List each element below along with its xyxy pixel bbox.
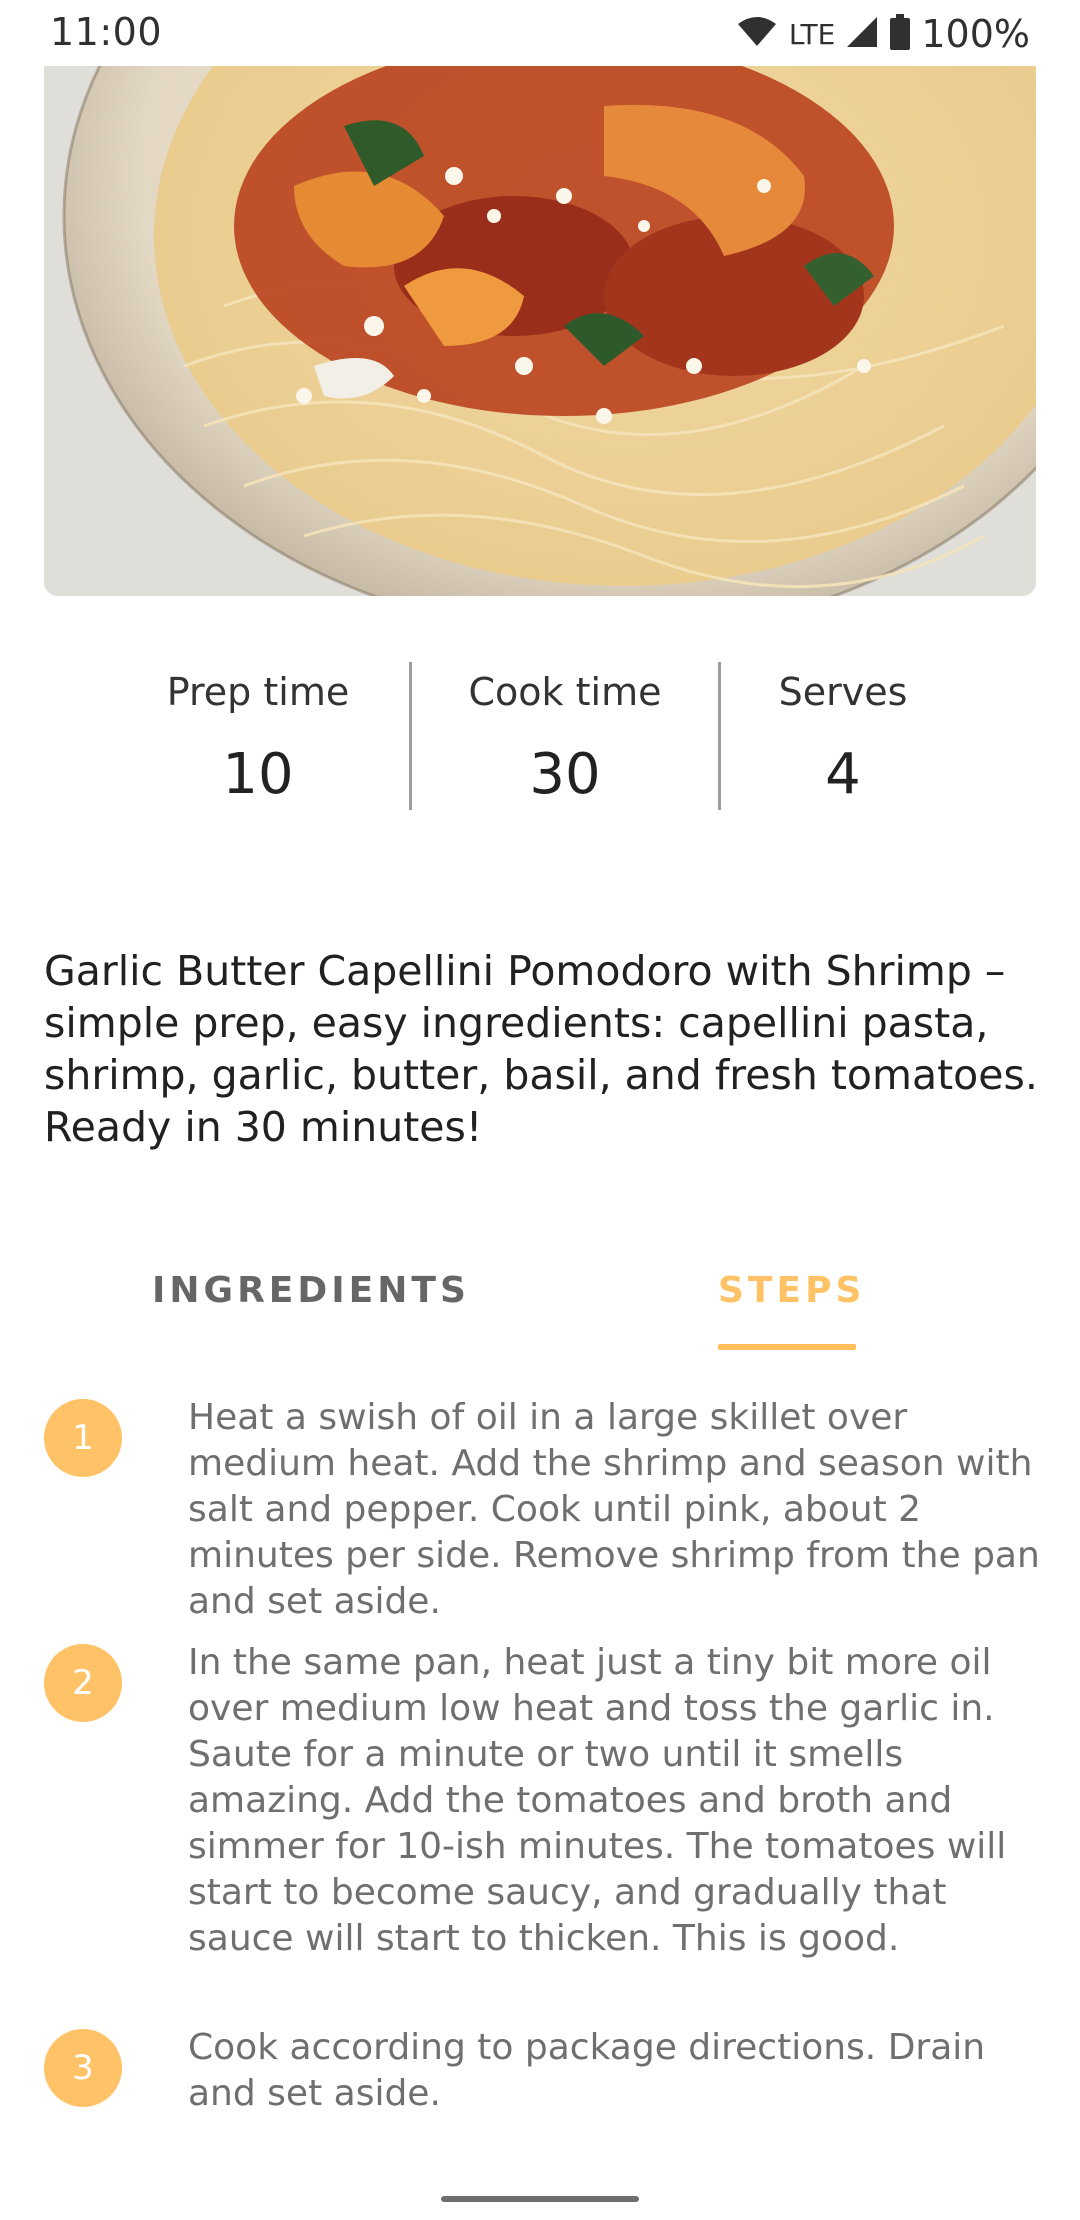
stat-value: 30 bbox=[529, 742, 601, 807]
recipe-hero-image bbox=[44, 66, 1036, 596]
tab-ingredients[interactable]: INGREDIENTS bbox=[152, 1270, 470, 1311]
step-text: Cook according to package directions. Dr… bbox=[188, 2027, 986, 2114]
stat-cook-time: Cook time 30 bbox=[410, 640, 720, 810]
battery-percent: 100% bbox=[921, 12, 1030, 56]
stat-label: Cook time bbox=[468, 670, 662, 714]
wifi-icon bbox=[737, 16, 777, 52]
status-icons: LTE 100% bbox=[737, 12, 1030, 56]
signal-icon bbox=[845, 15, 879, 53]
recipe-description: Garlic Butter Capellini Pomodoro with Sh… bbox=[44, 947, 1038, 1151]
status-bar: 11:00 LTE 100% bbox=[0, 0, 1080, 66]
stat-label: Prep time bbox=[166, 670, 350, 714]
stat-serves: Serves 4 bbox=[688, 640, 998, 810]
step-number-badge: 3 bbox=[44, 2029, 122, 2107]
stat-label: Serves bbox=[778, 670, 908, 714]
step-text: Heat a swish of oil in a large skillet o… bbox=[188, 1397, 1040, 1622]
tab-steps[interactable]: STEPS bbox=[718, 1270, 865, 1311]
stat-prep-time: Prep time 10 bbox=[103, 640, 413, 810]
gesture-nav-handle[interactable] bbox=[441, 2196, 639, 2202]
battery-icon bbox=[889, 14, 911, 54]
stat-value: 4 bbox=[825, 742, 861, 807]
tab-active-indicator bbox=[718, 1344, 856, 1350]
recipe-stats: Prep time 10 Cook time 30 Serves 4 bbox=[0, 640, 1080, 840]
status-time: 11:00 bbox=[50, 10, 163, 54]
recipe-tabs: INGREDIENTS STEPS bbox=[0, 1240, 1080, 1360]
step-number-badge: 1 bbox=[44, 1399, 122, 1477]
step-text: In the same pan, heat just a tiny bit mo… bbox=[188, 1642, 1007, 1959]
network-type: LTE bbox=[788, 17, 836, 51]
step-number-badge: 2 bbox=[44, 1644, 122, 1722]
stat-value: 10 bbox=[222, 742, 294, 807]
